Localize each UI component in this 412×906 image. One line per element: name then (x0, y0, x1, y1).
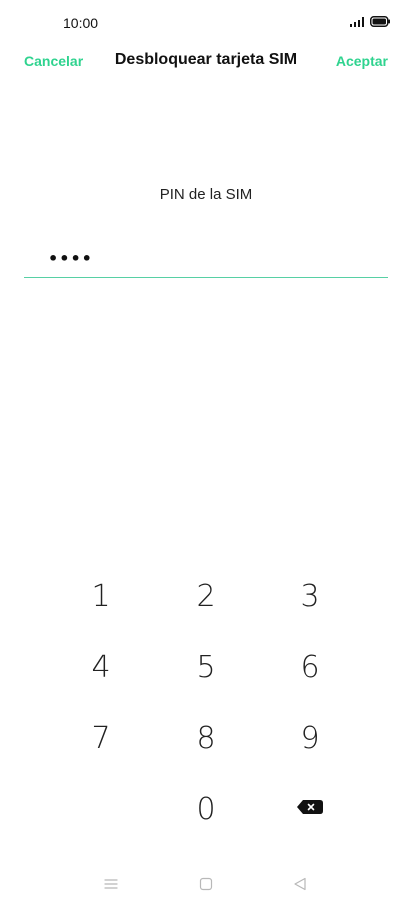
cancel-button[interactable]: Cancelar (24, 53, 83, 69)
page-title: Desbloquear tarjeta SIM (114, 51, 298, 68)
status-bar: 10:00 (0, 0, 412, 44)
back-button[interactable] (288, 874, 312, 894)
header-bar: Cancelar Desbloquear tarjeta SIM Aceptar (0, 44, 412, 78)
accept-button[interactable]: Aceptar (336, 53, 388, 69)
signal-bars-icon (350, 16, 364, 27)
back-triangle-icon (294, 877, 306, 891)
status-icons (350, 16, 390, 27)
key-4[interactable]: 4 (61, 637, 141, 697)
pin-input[interactable] (24, 240, 388, 277)
menu-icon (104, 879, 118, 889)
battery-full-icon (370, 16, 390, 27)
navigation-bar (0, 866, 412, 902)
key-5[interactable]: 5 (166, 637, 246, 697)
key-1[interactable]: 1 (61, 566, 141, 626)
key-6[interactable]: 6 (270, 637, 350, 697)
key-7[interactable]: 7 (61, 708, 141, 768)
pin-label: PIN de la SIM (159, 186, 253, 203)
key-3[interactable]: 3 (270, 566, 350, 626)
status-time: 10:00 (63, 15, 99, 31)
key-2[interactable]: 2 (166, 566, 246, 626)
home-button[interactable] (194, 874, 218, 894)
pin-field[interactable] (24, 240, 388, 278)
key-8[interactable]: 8 (166, 708, 246, 768)
backspace-key[interactable] (270, 777, 350, 837)
backspace-icon (297, 800, 323, 814)
key-9[interactable]: 9 (270, 708, 350, 768)
home-square-icon (199, 877, 213, 891)
key-0[interactable]: 0 (166, 779, 246, 839)
menu-button[interactable] (99, 874, 123, 894)
